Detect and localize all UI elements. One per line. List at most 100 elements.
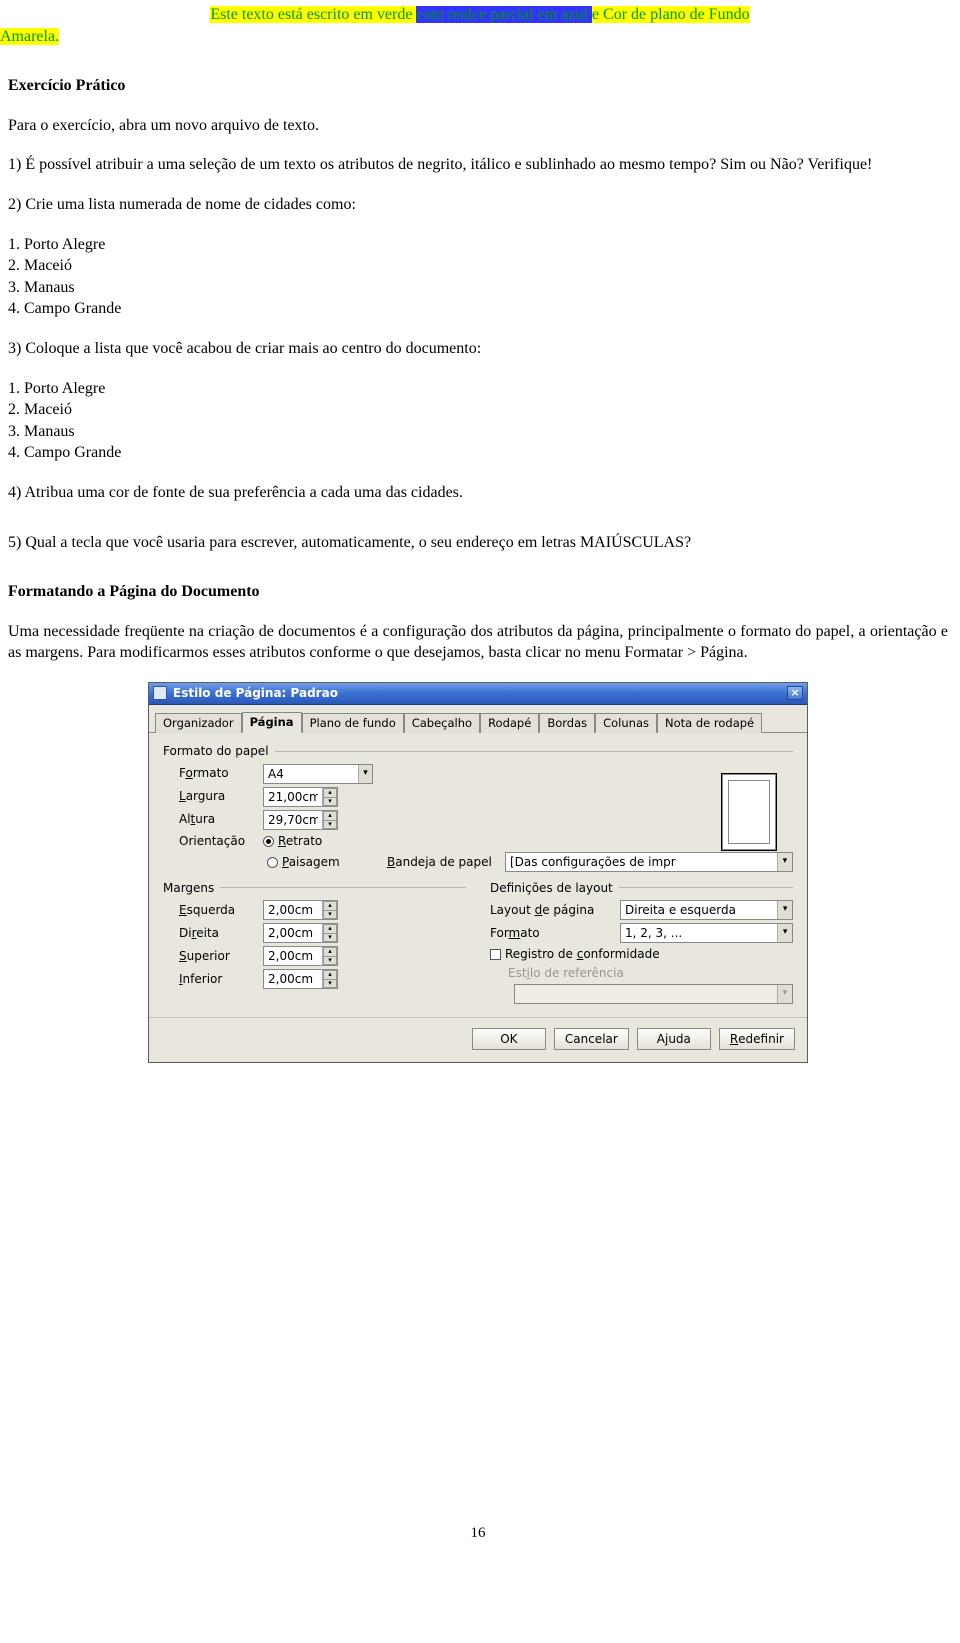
combo-number-format-input[interactable]	[621, 926, 777, 940]
label-top-margin: Superior	[163, 948, 257, 964]
radio-landscape[interactable]: Paisagem	[267, 854, 377, 870]
group-margins: Margens	[163, 880, 214, 896]
tab-bordas[interactable]: Bordas	[539, 713, 595, 734]
window-icon	[153, 686, 167, 700]
chevron-down-icon: ▾	[777, 985, 792, 1003]
intro-text: Para o exercício, abra um novo arquivo d…	[8, 115, 948, 137]
group-paper-format: Formato do papel	[163, 743, 269, 759]
chevron-down-icon[interactable]: ▾	[358, 765, 372, 783]
input-bottom-margin[interactable]	[264, 972, 322, 986]
header-block: Este texto está escrito em verde com rea…	[0, 0, 960, 47]
label-left-margin: Esquerda	[163, 902, 257, 918]
label-height: Altura	[163, 811, 257, 827]
combo-paper-format[interactable]: ▾	[263, 764, 373, 784]
dialog-titlebar[interactable]: Estilo de Página: Padrao ×	[149, 683, 807, 705]
header-part3: e Cor de plano de Fundo	[592, 6, 750, 23]
field-height[interactable]: ▴▾	[263, 810, 338, 830]
question-1: 1) É possível atribuir a uma seleção de …	[8, 154, 948, 176]
list-item: 2. Maceió	[8, 255, 948, 277]
combo-reference-style: ▾	[514, 984, 793, 1004]
checkbox-icon	[490, 949, 501, 960]
question-3: 3) Coloque a lista que você acabou de cr…	[8, 338, 948, 360]
format-body: Uma necessidade freqüente na criação de …	[8, 621, 948, 664]
spin-up-icon[interactable]: ▴	[323, 901, 337, 910]
spin-up-icon[interactable]: ▴	[323, 788, 337, 797]
label-page-layout: Layout de página	[490, 902, 614, 918]
combo-number-format[interactable]: ▾	[620, 923, 793, 943]
label-reference-style: Estilo de referência	[490, 965, 624, 981]
question-2: 2) Crie uma lista numerada de nome de ci…	[8, 194, 948, 216]
page-style-dialog: Estilo de Página: Padrao × Organizador P…	[148, 682, 808, 1063]
field-left-margin[interactable]: ▴▾	[263, 900, 338, 920]
list-item: 1. Porto Alegre	[8, 234, 948, 256]
input-right-margin[interactable]	[264, 926, 322, 940]
page-number: 16	[8, 1523, 948, 1543]
spin-up-icon[interactable]: ▴	[323, 947, 337, 956]
chevron-down-icon[interactable]: ▾	[777, 901, 792, 919]
header-part1: Este texto está escrito em verde	[210, 6, 416, 23]
tab-pagina[interactable]: Página	[242, 712, 302, 734]
cancel-button[interactable]: Cancelar	[554, 1028, 629, 1050]
document-content: Exercício Prático Para o exercício, abra…	[0, 75, 960, 1543]
check-register-true[interactable]: Registro de conformidade	[490, 946, 660, 962]
field-right-margin[interactable]: ▴▾	[263, 923, 338, 943]
list-item: 3. Manaus	[8, 277, 948, 299]
spin-up-icon[interactable]: ▴	[323, 924, 337, 933]
reset-button[interactable]: Redefinir	[719, 1028, 795, 1050]
ok-button[interactable]: OK	[472, 1028, 546, 1050]
input-top-margin[interactable]	[264, 949, 322, 963]
input-height[interactable]	[264, 813, 322, 827]
city-list-b: 1. Porto Alegre 2. Maceió 3. Manaus 4. C…	[8, 378, 948, 464]
radio-icon	[267, 857, 278, 868]
radio-icon	[263, 836, 274, 847]
label-orientation: Orientação	[163, 833, 257, 849]
input-width[interactable]	[264, 790, 322, 804]
tab-cabecalho[interactable]: Cabeçalho	[404, 713, 480, 734]
chevron-down-icon[interactable]: ▾	[777, 924, 792, 942]
paper-preview	[721, 773, 777, 851]
spin-down-icon[interactable]: ▾	[323, 933, 337, 942]
spin-down-icon[interactable]: ▾	[323, 979, 337, 988]
tab-nota-de-rodape[interactable]: Nota de rodapé	[657, 713, 762, 734]
combo-paper-tray-input[interactable]	[506, 855, 777, 869]
label-number-format: Formato	[490, 925, 614, 941]
header-part2: com realce parcial em azul	[416, 6, 591, 23]
combo-page-layout[interactable]: ▾	[620, 900, 793, 920]
label-bottom-margin: Inferior	[163, 971, 257, 987]
tab-colunas[interactable]: Colunas	[595, 713, 657, 734]
label-right-margin: Direita	[163, 925, 257, 941]
label-paper-tray: Bandeja de papel	[387, 854, 497, 870]
format-title: Formatando a Página do Documento	[8, 581, 948, 603]
label-format: Formato	[163, 765, 257, 781]
dialog-title: Estilo de Página: Padrao	[173, 685, 338, 701]
radio-portrait[interactable]: Retrato	[263, 833, 322, 849]
tab-strip: Organizador Página Plano de fundo Cabeça…	[149, 705, 807, 734]
help-button[interactable]: Ajuda	[637, 1028, 711, 1050]
close-icon[interactable]: ×	[787, 686, 803, 700]
label-width: Largura	[163, 788, 257, 804]
question-4: 4) Atribua uma cor de fonte de sua prefe…	[8, 482, 948, 504]
spin-down-icon[interactable]: ▾	[323, 797, 337, 806]
group-layout: Definições de layout	[490, 880, 613, 896]
combo-page-layout-input[interactable]	[621, 903, 777, 917]
field-bottom-margin[interactable]: ▴▾	[263, 969, 338, 989]
input-left-margin[interactable]	[264, 903, 322, 917]
header-line2: Amarela.	[0, 28, 59, 45]
spin-down-icon[interactable]: ▾	[323, 910, 337, 919]
city-list-a: 1. Porto Alegre 2. Maceió 3. Manaus 4. C…	[8, 234, 948, 320]
field-width[interactable]: ▴▾	[263, 787, 338, 807]
spin-down-icon[interactable]: ▾	[323, 956, 337, 965]
spin-up-icon[interactable]: ▴	[323, 970, 337, 979]
field-top-margin[interactable]: ▴▾	[263, 946, 338, 966]
chevron-down-icon[interactable]: ▾	[777, 853, 792, 871]
tab-rodape[interactable]: Rodapé	[480, 713, 539, 734]
combo-paper-format-input[interactable]	[264, 767, 358, 781]
tab-plano-de-fundo[interactable]: Plano de fundo	[302, 713, 404, 734]
exercise-title: Exercício Prático	[8, 75, 948, 97]
combo-paper-tray[interactable]: ▾	[505, 852, 793, 872]
tab-organizador[interactable]: Organizador	[155, 713, 242, 734]
list-item: 4. Campo Grande	[8, 298, 948, 320]
spin-down-icon[interactable]: ▾	[323, 820, 337, 829]
spin-up-icon[interactable]: ▴	[323, 811, 337, 820]
list-item: 3. Manaus	[8, 421, 948, 443]
